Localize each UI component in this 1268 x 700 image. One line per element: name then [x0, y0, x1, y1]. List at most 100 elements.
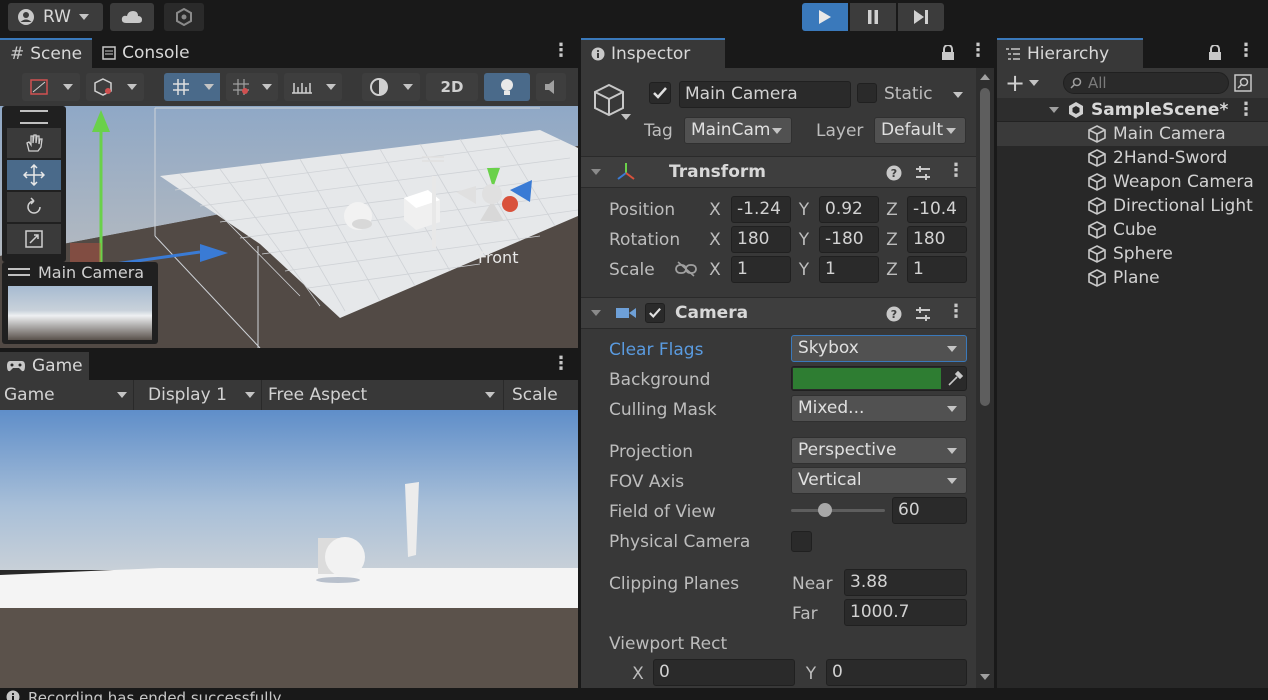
tab-scene[interactable]: # Scene [0, 38, 93, 68]
scale-x-field[interactable]: 1 [731, 256, 791, 283]
help-icon[interactable]: ? [886, 165, 902, 181]
scene-view-dropdown[interactable] [86, 73, 144, 101]
step-button[interactable] [898, 3, 944, 31]
hierarchy-item-cube[interactable]: Cube [997, 218, 1268, 242]
hierarchy-menu-button[interactable]: ⋮ [1237, 40, 1255, 61]
background-color-field[interactable] [791, 366, 967, 391]
draw-mode-dropdown[interactable] [22, 73, 80, 101]
camera-menu-button[interactable]: ⋮ [947, 301, 965, 322]
toggle-2d-button[interactable]: 2D [426, 73, 478, 101]
lock-icon[interactable] [1208, 45, 1222, 61]
static-dropdown[interactable] [953, 92, 963, 98]
cloud-button[interactable] [110, 3, 154, 31]
scale-tool-button[interactable] [7, 224, 61, 254]
scale-slider[interactable]: Scale [504, 380, 578, 410]
scale-z-field[interactable]: 1 [907, 256, 967, 283]
static-checkbox[interactable] [857, 83, 877, 103]
audio-toggle[interactable] [536, 73, 566, 101]
static-label: Static [884, 84, 933, 104]
tab-game[interactable]: Game [0, 352, 89, 380]
foldout-arrow-icon[interactable] [1049, 106, 1059, 113]
scrollbar-thumb[interactable] [980, 88, 990, 406]
game-menu-button[interactable]: ⋮ [552, 353, 570, 374]
game-viewport[interactable] [0, 410, 578, 688]
collab-button[interactable] [164, 3, 204, 31]
tag-dropdown[interactable]: MainCam [684, 117, 792, 144]
game-mode-dropdown[interactable]: Game [0, 380, 134, 410]
culling-mask-dropdown[interactable]: Mixed... [791, 395, 967, 422]
layer-dropdown[interactable]: Default [874, 117, 966, 144]
hierarchy-item-weapon-camera[interactable]: Weapon Camera [997, 170, 1268, 194]
grid-snap-toggle[interactable] [164, 73, 198, 101]
position-x-field[interactable]: -1.24 [731, 196, 791, 223]
far-field[interactable]: 1000.7 [844, 599, 967, 626]
scene-root-item[interactable]: SampleScene* ⋮ [997, 98, 1268, 122]
transform-menu-button[interactable]: ⋮ [947, 160, 965, 181]
hand-tool-button[interactable] [7, 128, 61, 158]
transform-header[interactable]: Transform ? ⋮ [581, 156, 976, 188]
scene-menu-button[interactable]: ⋮ [552, 40, 570, 61]
presets-icon[interactable] [915, 165, 931, 181]
eyedropper-icon[interactable] [946, 370, 964, 388]
tab-inspector[interactable]: Inspector [581, 38, 725, 68]
presets-icon[interactable] [915, 306, 931, 322]
preview-drag-icon[interactable] [8, 268, 30, 276]
scroll-down-arrow[interactable] [980, 674, 990, 680]
move-tool-button[interactable] [7, 160, 61, 190]
rotation-y-field[interactable]: -180 [819, 226, 879, 253]
render-mode-dropdown[interactable] [362, 73, 420, 101]
account-dropdown[interactable]: RW [8, 3, 103, 31]
position-z-field[interactable]: -10.4 [907, 196, 967, 223]
create-button[interactable]: + [1005, 71, 1040, 95]
viewport-y-field[interactable]: 0 [826, 659, 967, 686]
play-button[interactable] [802, 3, 848, 31]
active-checkbox[interactable] [649, 82, 671, 104]
hierarchy-item-sphere[interactable]: Sphere [997, 242, 1268, 266]
viewport-x-field[interactable]: 0 [653, 659, 795, 686]
physical-camera-checkbox[interactable] [791, 531, 812, 552]
hierarchy-item-2hand-sword[interactable]: 2Hand-Sword [997, 146, 1268, 170]
pause-button[interactable] [850, 3, 896, 31]
scene-viewport[interactable]: Front Main Camera [0, 106, 578, 348]
object-name-field[interactable]: Main Camera [679, 81, 851, 108]
icon-picker-arrow[interactable] [621, 114, 631, 120]
scroll-up-arrow[interactable] [980, 74, 990, 80]
hierarchy-tabbar: Hierarchy ⋮ [997, 38, 1268, 68]
scene-item-menu[interactable]: ⋮ [1237, 98, 1255, 122]
hierarchy-item-directional-light[interactable]: Directional Light [997, 194, 1268, 218]
fov-field[interactable]: 60 [892, 497, 967, 524]
hierarchy-item-label: Sphere [1113, 244, 1173, 264]
tab-console[interactable]: Console [92, 38, 200, 68]
search-mode-icon[interactable] [1234, 74, 1252, 92]
inspector-menu-button[interactable]: ⋮ [969, 40, 987, 61]
position-y-field[interactable]: 0.92 [819, 196, 879, 223]
palette-handle[interactable] [20, 110, 48, 124]
camera-enabled-checkbox[interactable] [645, 303, 665, 323]
camera-preview-render [8, 286, 152, 340]
hierarchy-item-main-camera[interactable]: Main Camera [997, 122, 1268, 146]
fov-slider-track[interactable] [791, 509, 885, 512]
grid-dropdown[interactable] [198, 73, 220, 101]
fov-axis-dropdown[interactable]: Vertical [791, 467, 967, 494]
clear-flags-dropdown[interactable]: Skybox [791, 335, 967, 362]
rotate-tool-button[interactable] [7, 192, 61, 222]
rotation-x-field[interactable]: 180 [731, 226, 791, 253]
aspect-dropdown[interactable]: Free Aspect [262, 380, 504, 410]
snap-dropdown[interactable] [226, 73, 278, 101]
hierarchy-search[interactable]: All [1063, 72, 1229, 94]
hierarchy-item-plane[interactable]: Plane [997, 266, 1268, 290]
lighting-toggle[interactable] [484, 73, 530, 101]
rotation-z-field[interactable]: 180 [907, 226, 967, 253]
scale-y-field[interactable]: 1 [819, 256, 879, 283]
fov-slider-thumb[interactable] [818, 503, 832, 517]
inspector-scrollbar[interactable] [976, 68, 994, 688]
lock-icon[interactable] [941, 45, 955, 61]
near-field[interactable]: 3.88 [844, 569, 967, 596]
help-icon[interactable]: ? [886, 306, 902, 322]
camera-header[interactable]: Camera ? ⋮ [581, 297, 976, 329]
increment-snap-dropdown[interactable] [284, 73, 342, 101]
display-dropdown[interactable]: Display 1 [134, 380, 262, 410]
constrain-link-icon[interactable] [675, 261, 697, 277]
tab-hierarchy[interactable]: Hierarchy [997, 38, 1143, 68]
projection-dropdown[interactable]: Perspective [791, 437, 967, 464]
